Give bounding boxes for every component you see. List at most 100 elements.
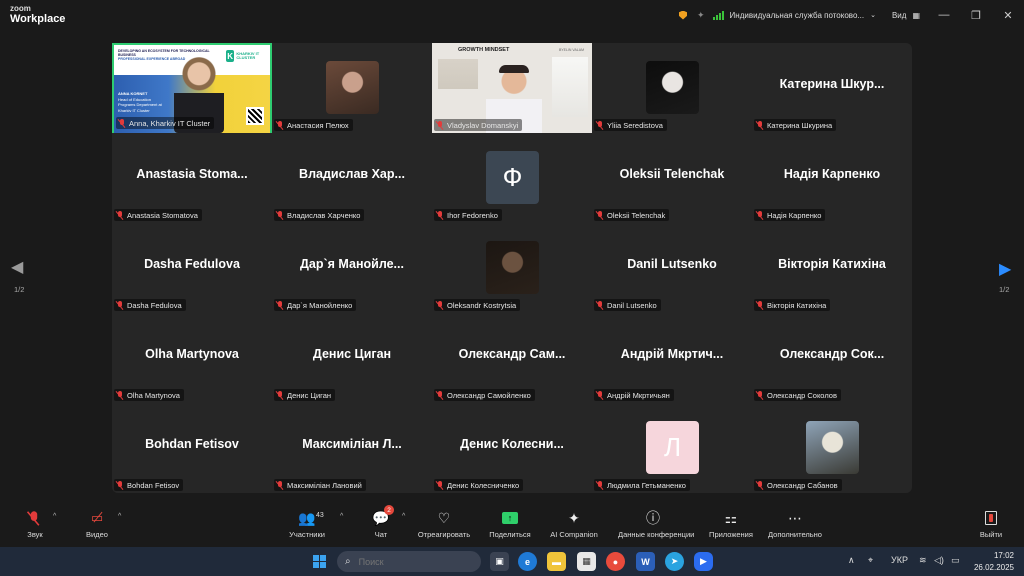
video-options-caret-icon[interactable]: ^	[118, 513, 121, 520]
meeting-title[interactable]: Индивидуальная служба потоково... ⌄	[730, 11, 876, 20]
participant-tile[interactable]: Anastasia Stoma... Anastasia Stomatova	[112, 133, 272, 223]
participant-tile[interactable]: Максиміліан Л... Максиміліан Лановий	[272, 403, 432, 493]
ai-sparkle-icon[interactable]: ✦	[697, 10, 705, 21]
more-button[interactable]: ⋯ Дополнительно	[760, 509, 830, 540]
muted-mic-icon	[436, 390, 444, 400]
participant-tile[interactable]: Ф Ihor Fedorenko	[432, 133, 592, 223]
apps-button[interactable]: ⚏ Приложения	[696, 509, 766, 540]
participant-name: Людмила Гетьманенко	[607, 480, 686, 490]
tray-expand-icon[interactable]: ∧	[848, 555, 855, 566]
file-explorer-icon[interactable]: ▬	[547, 552, 566, 571]
speaker-caption: ANNA KORNET Head of Education Programs De…	[118, 91, 162, 113]
wifi-icon[interactable]: ≋	[919, 555, 927, 566]
participant-avatar-photo	[326, 61, 379, 114]
chrome-icon[interactable]: ●	[606, 552, 625, 571]
muted-mic-icon	[596, 390, 604, 400]
previous-page-arrow-icon[interactable]: ◀	[11, 257, 23, 277]
ai-companion-label: AI Companion	[550, 530, 598, 539]
participant-name-label: Olha Martynova	[114, 389, 184, 401]
battery-icon[interactable]: ▭	[951, 555, 960, 566]
video-button[interactable]: ▭̸ Видео	[62, 509, 132, 539]
zoom-app-icon[interactable]: ▶	[694, 552, 713, 571]
chat-options-caret-icon[interactable]: ^	[402, 513, 405, 520]
participant-tile[interactable]: Олександр Сок... Олександр Соколов	[752, 313, 912, 403]
participant-name-label: Андрій Мкртичьян	[594, 389, 674, 401]
participant-avatar-photo	[806, 421, 859, 474]
participant-display-name: Надія Карпенко	[783, 167, 881, 181]
participant-tile[interactable]: Oleksii Telenchak Oleksii Telenchak	[592, 133, 752, 223]
participant-tile[interactable]: Андрій Мкртич... Андрій Мкртичьян	[592, 313, 752, 403]
task-view-icon[interactable]: ▣	[490, 552, 509, 571]
participant-tile[interactable]: Dasha Fedulova Dasha Fedulova	[112, 223, 272, 313]
audio-button[interactable]: Звук	[0, 509, 70, 539]
chat-button[interactable]: 💬 2 Чат	[346, 505, 416, 539]
react-button[interactable]: ♡ Отреагировать	[409, 509, 479, 540]
participant-tile[interactable]: Олександр Сабанов	[752, 403, 912, 493]
muted-mic-icon	[596, 210, 604, 220]
participants-options-caret-icon[interactable]: ^	[340, 513, 343, 520]
minimize-button[interactable]: —	[928, 9, 960, 21]
view-button[interactable]: Вид ▦	[892, 11, 920, 20]
logo-letter: K	[226, 50, 235, 62]
slide-subheader-text: PROFESSIONAL EXPERIENCE ABROAD	[118, 57, 186, 62]
participant-name: Oleksii Telenchak	[607, 210, 666, 220]
virtual-background-title: GROWTH MINDSET	[458, 47, 510, 53]
participants-button[interactable]: 👥 43 Участники	[272, 509, 342, 540]
participant-tile[interactable]: Анастасия Пелюх	[272, 43, 432, 133]
restore-button[interactable]: ❐	[960, 9, 992, 22]
participant-tile[interactable]: Денис Циган Денис Циган	[272, 313, 432, 403]
share-button[interactable]: ↑ Поделиться	[475, 509, 545, 539]
participant-tile[interactable]: Yliia Seredistova	[592, 43, 752, 133]
participant-name: Oleksandr Kostrytsia	[447, 300, 517, 310]
participant-tile[interactable]: Дар`я Манойле... Дар`я Манойленко	[272, 223, 432, 313]
participant-tile[interactable]: Л Людмила Гетьманенко	[592, 403, 752, 493]
participant-name: Ihor Fedorenko	[447, 210, 498, 220]
edge-browser-icon[interactable]: e	[518, 552, 537, 571]
participant-name: Олександр Самойленко	[447, 390, 531, 400]
participant-tile[interactable]: Olha Martynova Olha Martynova	[112, 313, 272, 403]
view-label: Вид	[891, 10, 907, 20]
muted-mic-icon	[276, 300, 284, 310]
close-button[interactable]: ✕	[992, 9, 1024, 22]
participant-tile[interactable]: Oleksandr Kostrytsia	[432, 223, 592, 313]
encryption-shield-icon[interactable]	[679, 10, 687, 20]
logo-line-2: Workplace	[10, 13, 66, 25]
participant-display-name: Oleksii Telenchak	[619, 167, 725, 181]
participant-tile[interactable]: Danil Lutsenko Danil Lutsenko	[592, 223, 752, 313]
ai-companion-button[interactable]: ✦ AI Companion	[539, 509, 609, 540]
participant-tile[interactable]: DEVELOPING AN ECOSYSTEM FOR TECHNOLOGICA…	[112, 43, 272, 133]
next-page-arrow-icon[interactable]: ▶	[999, 259, 1011, 279]
title-bar: zoom Workplace ✦ Индивидуальная служба п…	[0, 0, 1024, 30]
system-clock[interactable]: 17:02 26.02.2025	[974, 550, 1014, 574]
share-screen-icon: ↑	[502, 512, 518, 524]
telegram-icon[interactable]: ➤	[665, 552, 684, 571]
store-icon[interactable]: ▦	[577, 552, 596, 571]
volume-icon[interactable]: ◁)	[934, 555, 944, 566]
taskbar-search-input[interactable]	[358, 556, 459, 567]
participant-name: Anna, Kharkiv IT Cluster	[129, 118, 211, 128]
taskbar-search[interactable]: ⌕	[337, 551, 481, 572]
participant-initial-avatar: Л	[646, 421, 699, 474]
connection-signal-icon[interactable]	[712, 10, 724, 20]
muted-mic-icon	[276, 210, 284, 220]
participant-tile[interactable]: GROWTH MINDSET BYELIN VALAM Vladyslav Doma…	[432, 43, 592, 133]
participant-tile[interactable]: Денис Колесни... Денис Колесниченко	[432, 403, 592, 493]
participant-tile[interactable]: Катерина Шкур... Катерина Шкурина	[752, 43, 912, 133]
participant-tile[interactable]: Владислав Хар... Владислав Харченко	[272, 133, 432, 223]
audio-options-caret-icon[interactable]: ^	[53, 513, 56, 520]
word-icon[interactable]: W	[636, 552, 655, 571]
leave-button[interactable]: Выйти	[956, 509, 1024, 539]
participant-tile[interactable]: Надія Карпенко Надія Карпенко	[752, 133, 912, 223]
participant-tile[interactable]: Вікторія Катихіна Вікторія Катихіна	[752, 223, 912, 313]
windows-start-icon[interactable]	[313, 555, 326, 568]
input-language[interactable]: УКР	[891, 555, 908, 565]
meeting-info-button[interactable]: ⓘ Данные конференции	[618, 509, 694, 539]
participant-tile[interactable]: Олександр Сам... Олександр Самойленко	[432, 313, 592, 403]
muted-mic-icon	[756, 300, 764, 310]
muted-mic-icon	[436, 300, 444, 310]
participant-avatar-photo	[646, 61, 699, 114]
participant-tile[interactable]: Bohdan Fetisov Bohdan Fetisov	[112, 403, 272, 493]
participant-name-label: Олександр Сабанов	[754, 479, 842, 491]
participant-initial-avatar: Ф	[486, 151, 539, 204]
language-icon[interactable]: ⌖	[868, 555, 873, 566]
